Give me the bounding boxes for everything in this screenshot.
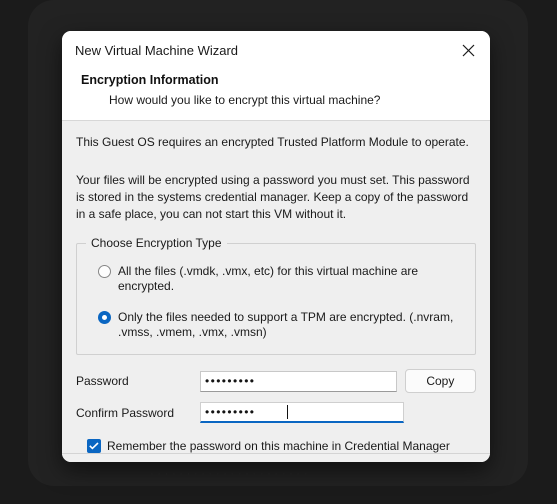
remember-password-checkbox[interactable]: Remember the password on this machine in…	[87, 439, 476, 453]
radio-label-tpm-only: Only the files needed to support a TPM a…	[118, 310, 454, 339]
dialog-body: This Guest OS requires an encrypted Trus…	[62, 121, 490, 453]
dialog-footer: < Back Next > Cancel	[62, 453, 490, 462]
radio-icon-selected	[98, 311, 111, 324]
info-paragraph-2: Your files will be encrypted using a pas…	[76, 173, 470, 221]
page-title: Encryption Information	[81, 73, 219, 87]
dialog-titlebar: New Virtual Machine Wizard	[62, 31, 490, 69]
confirm-password-value: •••••••••	[205, 405, 256, 419]
password-row: Password ••••••••• Copy	[76, 369, 476, 393]
radio-icon-unselected	[98, 265, 111, 278]
close-icon[interactable]	[446, 31, 490, 69]
remember-password-label: Remember the password on this machine in…	[107, 439, 450, 453]
password-input[interactable]: •••••••••	[200, 370, 397, 392]
encryption-type-legend: Choose Encryption Type	[86, 236, 227, 250]
desktop-background-text: · · · · · · · · · · · · · · · · · · · · …	[150, 468, 308, 480]
new-virtual-machine-wizard-dialog: New Virtual Machine Wizard Encryption In…	[62, 31, 490, 462]
confirm-password-input[interactable]: •••••••••	[200, 402, 404, 423]
info-paragraph-1: This Guest OS requires an encrypted Trus…	[76, 135, 469, 149]
checkmark-icon	[87, 439, 101, 453]
password-label: Password	[76, 374, 129, 388]
dialog-title: New Virtual Machine Wizard	[75, 42, 239, 58]
radio-label-all-files: All the files (.vmdk, .vmx, etc) for thi…	[118, 264, 419, 293]
copy-button[interactable]: Copy	[404, 369, 476, 393]
radio-option-all-files[interactable]: All the files (.vmdk, .vmx, etc) for thi…	[98, 264, 463, 294]
page-subtitle: How would you like to encrypt this virtu…	[109, 93, 381, 107]
text-caret	[287, 405, 288, 419]
encryption-type-groupbox: Choose Encryption Type All the files (.v…	[76, 236, 476, 355]
dialog-header: Encryption Information How would you lik…	[62, 69, 490, 121]
radio-option-tpm-only[interactable]: Only the files needed to support a TPM a…	[98, 310, 463, 340]
confirm-password-row: Confirm Password •••••••••	[76, 402, 476, 423]
confirm-password-label: Confirm Password	[76, 405, 175, 420]
